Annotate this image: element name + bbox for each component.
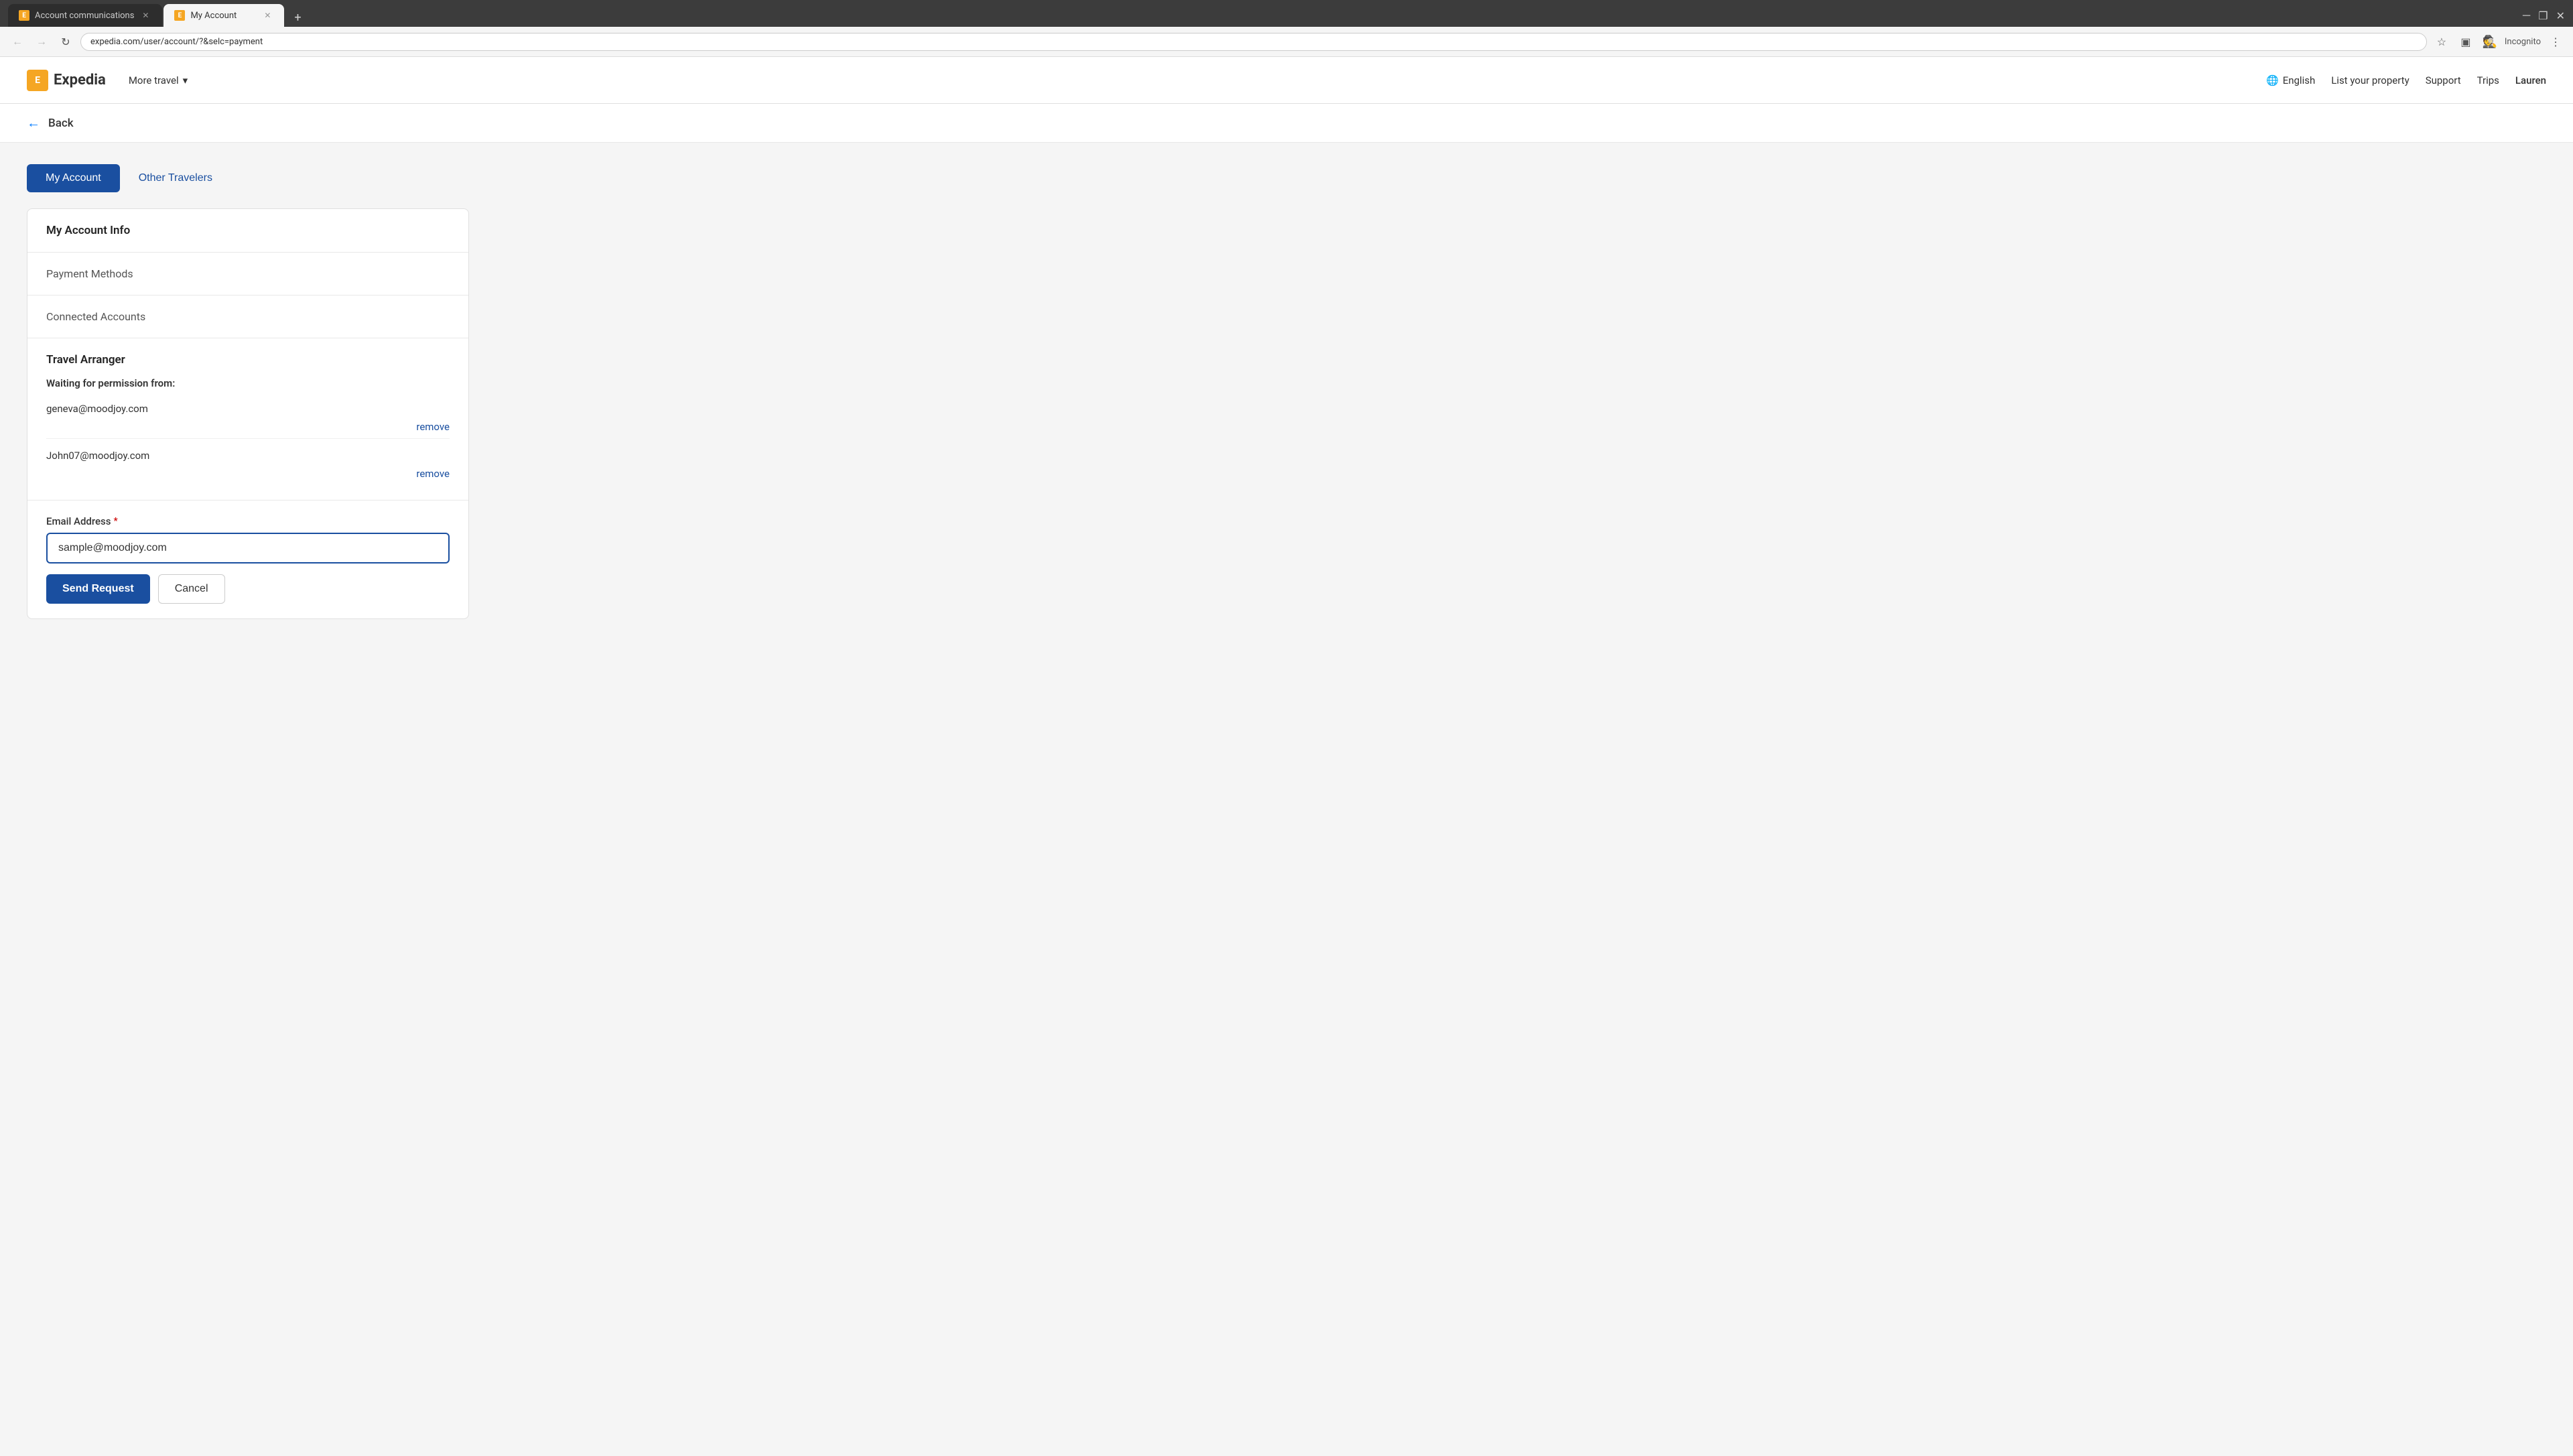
user-link[interactable]: Lauren: [2515, 74, 2546, 86]
menu-icon[interactable]: ⋮: [2546, 32, 2565, 51]
chevron-down-icon: ▾: [183, 74, 188, 86]
list-property-label: List your property: [2331, 74, 2409, 86]
reload-button[interactable]: ↻: [56, 32, 75, 51]
trips-label: Trips: [2477, 74, 2499, 86]
minimize-button[interactable]: ─: [2523, 9, 2530, 22]
logo[interactable]: E Expedia: [27, 70, 106, 91]
maximize-button[interactable]: ❐: [2538, 9, 2548, 22]
nav-right: 🌐 English List your property Support Tri…: [2266, 74, 2546, 86]
tab2-close[interactable]: ✕: [261, 9, 273, 21]
support-label: Support: [2426, 74, 2461, 86]
email-entry-2: John07@moodjoy.com remove: [46, 444, 450, 485]
connected-accounts-section[interactable]: Connected Accounts: [27, 295, 468, 338]
forward-nav-button[interactable]: →: [32, 32, 51, 51]
tab2-favicon: E: [174, 10, 185, 21]
email-entry-1: geneva@moodjoy.com remove: [46, 397, 450, 439]
english-label: English: [2283, 74, 2316, 86]
address-bar[interactable]: expedia.com/user/account/?&selc=payment: [80, 33, 2427, 51]
logo-icon: E: [27, 70, 48, 91]
toolbar-icons: ☆ ▣ 🕵 Incognito ⋮: [2432, 32, 2565, 51]
trips-link[interactable]: Trips: [2477, 74, 2499, 86]
account-card: My Account Info Payment Methods Connecte…: [27, 208, 469, 619]
payment-methods-link[interactable]: Payment Methods: [46, 267, 133, 280]
tab1-label: Account communications: [35, 11, 134, 21]
send-request-button[interactable]: Send Request: [46, 574, 150, 604]
close-window-button[interactable]: ✕: [2556, 9, 2565, 22]
incognito-label: Incognito: [2505, 37, 2541, 47]
english-link[interactable]: 🌐 English: [2266, 74, 2315, 86]
account-info-section: My Account Info: [27, 209, 468, 253]
back-bar: ← Back: [0, 104, 2573, 143]
address-bar-row: ← → ↻ expedia.com/user/account/?&selc=pa…: [0, 27, 2573, 57]
page-tabs: My Account Other Travelers: [27, 164, 2546, 192]
other-travelers-tab[interactable]: Other Travelers: [120, 164, 231, 192]
email-address-2: John07@moodjoy.com: [46, 450, 149, 462]
my-account-tab[interactable]: My Account: [27, 164, 120, 192]
tab2-label: My Account: [190, 11, 237, 21]
email-row-1: geneva@moodjoy.com: [46, 397, 450, 420]
waiting-label: Waiting for permission from:: [46, 377, 450, 389]
email-row-2: John07@moodjoy.com: [46, 444, 450, 467]
user-label: Lauren: [2515, 74, 2546, 86]
logo-text: Expedia: [54, 72, 106, 88]
globe-icon: 🌐: [2266, 74, 2279, 86]
tab1-close[interactable]: ✕: [139, 9, 151, 21]
payment-methods-section[interactable]: Payment Methods: [27, 253, 468, 295]
tab1-favicon: E: [19, 10, 29, 21]
account-info-title: My Account Info: [46, 224, 130, 237]
new-tab-button[interactable]: +: [288, 8, 307, 27]
cancel-button[interactable]: Cancel: [158, 574, 225, 604]
star-icon[interactable]: ☆: [2432, 32, 2451, 51]
back-nav-button[interactable]: ←: [8, 32, 27, 51]
email-form-section: Email Address * Send Request Cancel: [27, 500, 468, 618]
extensions-icon[interactable]: ▣: [2456, 32, 2475, 51]
email-input[interactable]: [46, 533, 450, 564]
email-address-1: geneva@moodjoy.com: [46, 403, 148, 415]
required-star: *: [114, 516, 118, 527]
more-travel-button[interactable]: More travel ▾: [122, 70, 194, 90]
top-nav: E Expedia More travel ▾ 🌐 English List y…: [0, 57, 2573, 104]
page: E Expedia More travel ▾ 🌐 English List y…: [0, 57, 2573, 1456]
address-bar-url: expedia.com/user/account/?&selc=payment: [90, 37, 2417, 47]
more-travel-label: More travel: [129, 74, 179, 86]
action-buttons: Send Request Cancel: [46, 574, 450, 604]
tab-account-communications[interactable]: E Account communications ✕: [8, 4, 162, 27]
remove-link-2[interactable]: remove: [416, 468, 450, 480]
incognito-icon[interactable]: 🕵: [2481, 32, 2499, 51]
list-property-link[interactable]: List your property: [2331, 74, 2409, 86]
support-link[interactable]: Support: [2426, 74, 2461, 86]
tab-my-account[interactable]: E My Account ✕: [163, 4, 284, 27]
connected-accounts-link[interactable]: Connected Accounts: [46, 310, 145, 323]
remove-link-1[interactable]: remove: [416, 421, 450, 433]
back-arrow-icon[interactable]: ←: [27, 115, 40, 131]
travel-arranger-section: Travel Arranger Waiting for permission f…: [27, 338, 468, 500]
email-field-label: Email Address *: [46, 515, 450, 527]
browser-chrome: E Account communications ✕ E My Account …: [0, 0, 2573, 57]
back-label[interactable]: Back: [48, 117, 74, 130]
travel-arranger-title: Travel Arranger: [46, 353, 450, 367]
main-content: My Account Other Travelers My Account In…: [0, 143, 2573, 1456]
